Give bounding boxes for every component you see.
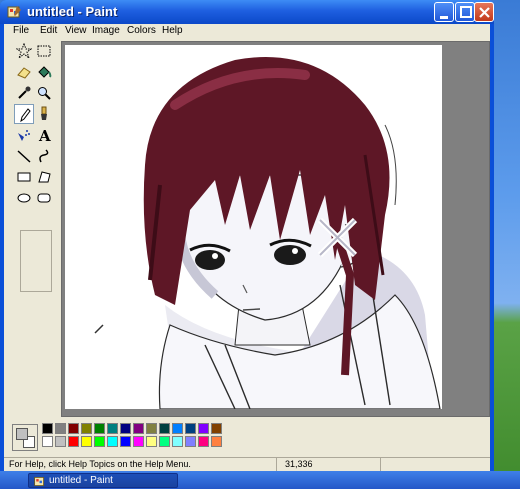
ellipse-tool[interactable] [14, 188, 34, 208]
anime-girl-drawing [94, 57, 441, 410]
eraser-icon [17, 67, 31, 79]
palette-swatch[interactable] [172, 436, 183, 447]
menu-file[interactable]: File [13, 25, 29, 36]
palette-swatch[interactable] [198, 423, 209, 434]
palette-swatch[interactable] [120, 423, 131, 434]
palette-swatch[interactable] [211, 423, 222, 434]
polygon-tool[interactable] [34, 167, 54, 187]
rounded-rectangle-icon [37, 193, 51, 203]
magnifier-tool[interactable] [34, 83, 54, 103]
maximize-icon [460, 6, 472, 18]
brush-icon [41, 106, 47, 120]
palette-swatch[interactable] [172, 423, 183, 434]
palette-swatch[interactable] [68, 423, 79, 434]
close-button[interactable] [474, 2, 494, 22]
palette-swatch[interactable] [55, 436, 66, 447]
palette-swatch[interactable] [185, 436, 196, 447]
palette-swatch[interactable] [81, 436, 92, 447]
canvas-area[interactable] [61, 41, 490, 417]
palette-swatch[interactable] [120, 436, 131, 447]
star-select-icon [16, 43, 32, 59]
foreground-color-swatch[interactable] [16, 428, 28, 440]
paint-app-icon [34, 477, 44, 486]
palette-swatch[interactable] [42, 436, 53, 447]
title-bar[interactable]: untitled - Paint [0, 0, 494, 24]
svg-text:A: A [38, 127, 51, 143]
rect-select-icon [37, 45, 51, 57]
palette-swatch[interactable] [68, 436, 79, 447]
menu-image[interactable]: Image [92, 25, 120, 36]
pencil-tool[interactable] [14, 104, 34, 124]
minimize-icon [440, 16, 448, 19]
cursor-coordinates: 31,336 [285, 459, 313, 469]
text-tool[interactable]: A [34, 125, 54, 145]
status-help-text: For Help, click Help Topics on the Help … [9, 459, 191, 469]
maximize-button[interactable] [455, 2, 475, 22]
current-colors[interactable] [12, 424, 38, 451]
palette-swatch[interactable] [211, 436, 222, 447]
pick-color-tool[interactable] [14, 83, 34, 103]
minimize-button[interactable] [434, 2, 454, 22]
menu-view[interactable]: View [65, 25, 87, 36]
status-divider [380, 458, 381, 471]
palette-swatch[interactable] [159, 423, 170, 434]
menu-colors[interactable]: Colors [127, 25, 156, 36]
curve-icon [39, 149, 49, 163]
polygon-icon [38, 171, 51, 183]
pencil-icon [20, 108, 31, 123]
brush-tool[interactable] [34, 104, 54, 124]
paint-bucket-icon [38, 66, 52, 78]
palette-swatch[interactable] [146, 436, 157, 447]
toolbox: A [10, 41, 60, 418]
magnifier-icon [38, 87, 51, 100]
window-title: untitled - Paint [27, 4, 118, 19]
palette-swatch[interactable] [146, 423, 157, 434]
status-bar: For Help, click Help Topics on the Help … [4, 457, 490, 471]
select-tool[interactable] [34, 41, 54, 61]
palette-swatch[interactable] [159, 436, 170, 447]
line-tool[interactable] [14, 146, 34, 166]
palette-swatch[interactable] [107, 423, 118, 434]
airbrush-icon [18, 130, 30, 141]
airbrush-tool[interactable] [14, 125, 34, 145]
drawing-canvas[interactable] [65, 45, 442, 410]
palette-swatch[interactable] [81, 423, 92, 434]
free-form-select-tool[interactable] [14, 41, 34, 61]
text-a-icon: A [38, 127, 51, 143]
palette-swatch[interactable] [55, 423, 66, 434]
palette-swatch[interactable] [133, 436, 144, 447]
status-divider [276, 458, 277, 471]
menu-bar: File Edit View Image Colors Help [4, 24, 490, 39]
eraser-tool[interactable] [14, 62, 34, 82]
eyedropper-icon [18, 86, 31, 99]
palette-swatch[interactable] [107, 436, 118, 447]
line-icon [17, 150, 31, 163]
taskbar-button-paint[interactable]: untitled - Paint [28, 473, 178, 488]
palette-swatch[interactable] [94, 423, 105, 434]
menu-edit[interactable]: Edit [40, 25, 57, 36]
rectangle-icon [17, 172, 31, 182]
palette-swatch[interactable] [94, 436, 105, 447]
close-icon [479, 7, 490, 18]
color-palette [4, 419, 490, 457]
palette-swatch[interactable] [133, 423, 144, 434]
palette-swatch[interactable] [42, 423, 53, 434]
ellipse-icon [17, 193, 31, 203]
window-client-area: File Edit View Image Colors Help A For H… [4, 24, 490, 471]
tool-options-box[interactable] [20, 230, 52, 292]
palette-swatch[interactable] [198, 436, 209, 447]
paint-app-icon [7, 6, 21, 18]
palette-swatch[interactable] [185, 423, 196, 434]
curve-tool[interactable] [34, 146, 54, 166]
fill-tool[interactable] [34, 62, 54, 82]
taskbar-button-label: untitled - Paint [49, 475, 113, 486]
taskbar: untitled - Paint [0, 471, 520, 489]
paint-window: untitled - Paint File Edit View Image Co… [0, 0, 494, 471]
rectangle-tool[interactable] [14, 167, 34, 187]
rounded-rectangle-tool[interactable] [34, 188, 54, 208]
menu-help[interactable]: Help [162, 25, 183, 36]
